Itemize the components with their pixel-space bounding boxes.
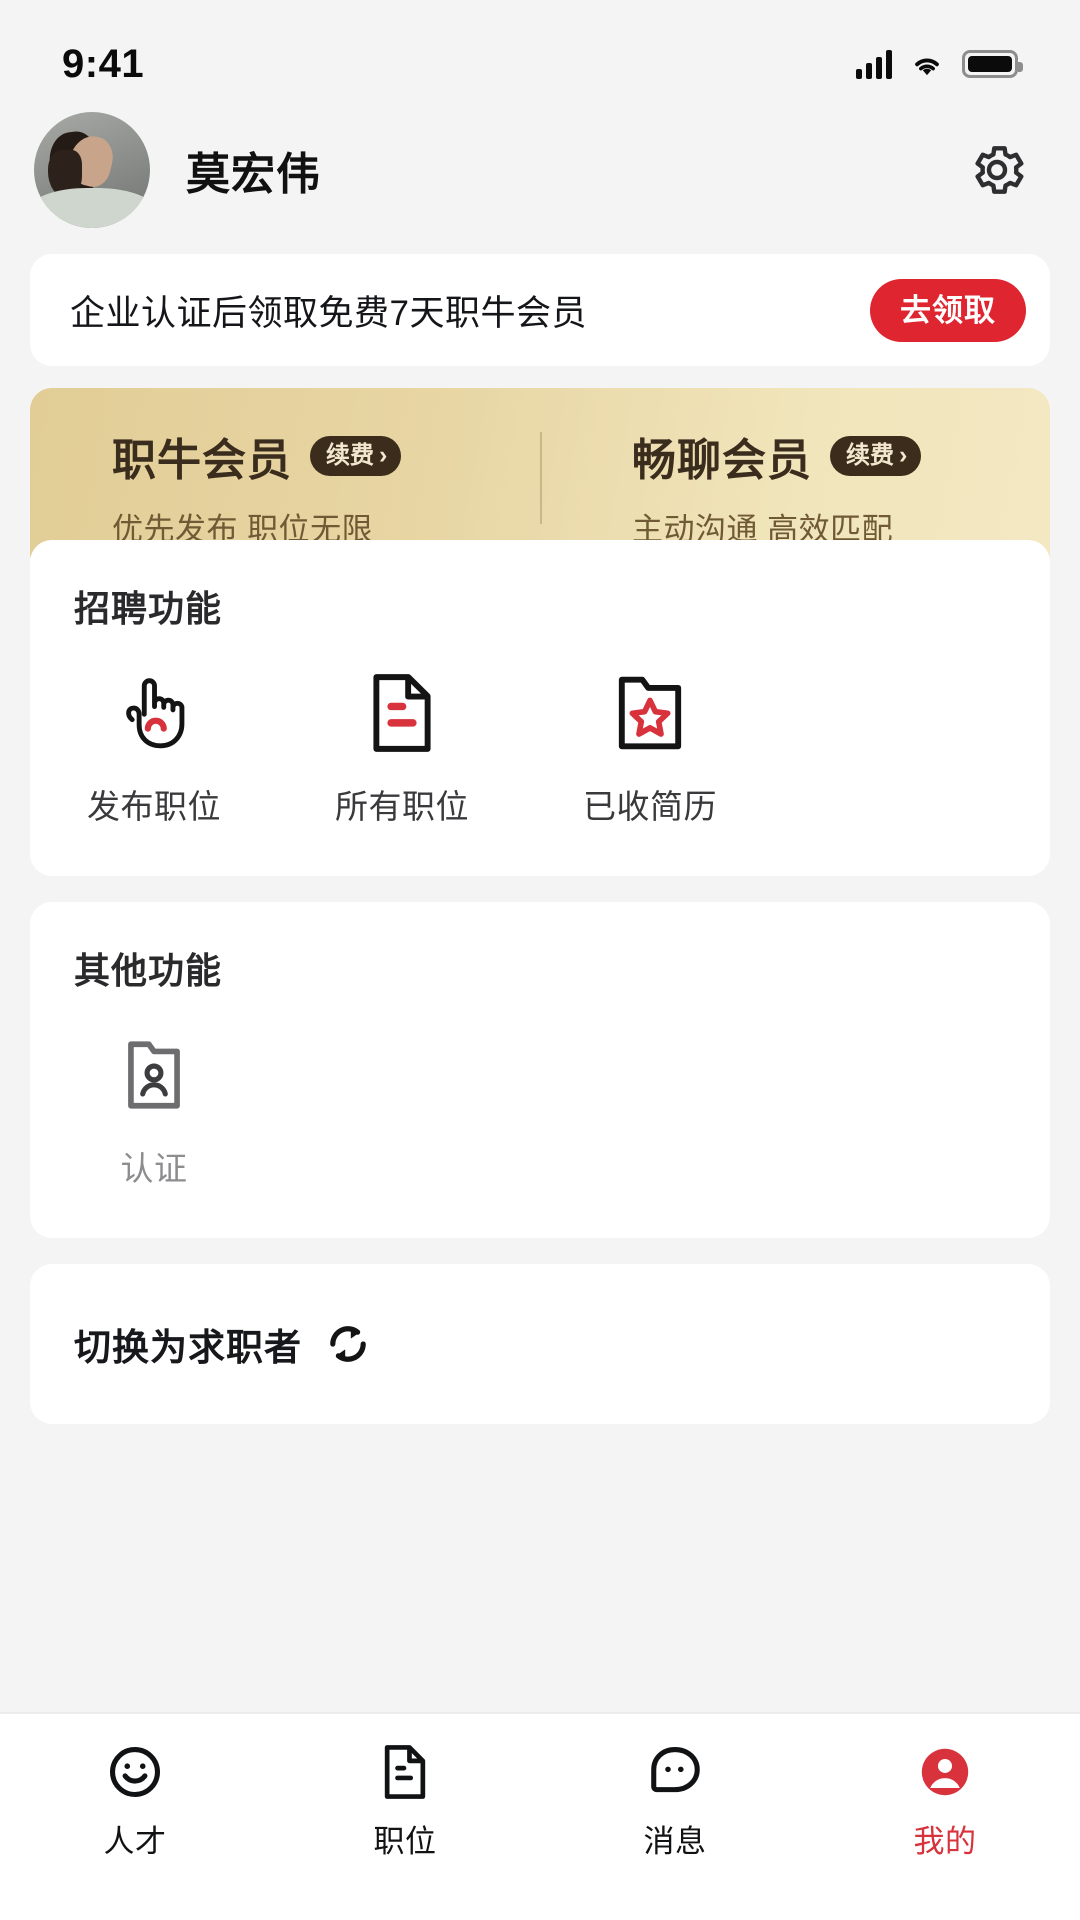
wifi-icon [915, 58, 939, 76]
document-lines-icon [367, 672, 437, 754]
tab-label: 消息 [643, 1824, 707, 1859]
membership-card-zhiniu[interactable]: 职牛会员 续费 › 优先发布 职位无限 [30, 424, 540, 549]
membership-title: 畅聊会员 [632, 436, 812, 485]
chevron-right-icon: › [379, 440, 388, 469]
avatar[interactable] [34, 112, 150, 228]
tab-label: 人才 [103, 1824, 167, 1859]
hand-pointer-icon [115, 672, 193, 754]
membership-divider [540, 432, 542, 524]
tab-talent[interactable]: 人才 [0, 1742, 270, 1861]
renew-label: 续费 [326, 442, 374, 469]
gear-icon[interactable] [966, 139, 1028, 201]
folder-star-icon [612, 672, 688, 754]
document-icon [380, 1742, 430, 1802]
tab-label: 职位 [373, 1824, 437, 1859]
page-title: 莫宏伟 [186, 150, 321, 199]
grid-item-label: 发布职位 [87, 788, 221, 825]
switch-role-label: 切换为求职者 [74, 1327, 302, 1368]
chevron-right-icon: › [899, 440, 908, 469]
claim-button[interactable]: 去领取 [870, 278, 1026, 342]
renew-label: 续费 [846, 442, 894, 469]
status-icons [856, 49, 1023, 79]
status-bar: 9:41 [0, 0, 1080, 100]
other-section: 其他功能 认证 [30, 902, 1050, 1238]
tab-jobs[interactable]: 职位 [270, 1742, 540, 1861]
switch-role-row[interactable]: 切换为求职者 [30, 1264, 1050, 1424]
person-circle-icon [916, 1742, 974, 1802]
promo-banner[interactable]: 企业认证后领取免费7天职牛会员 去领取 [30, 254, 1050, 366]
swap-refresh-icon [324, 1320, 372, 1368]
bottom-tabbar: 人才 职位 消息 我的 [0, 1712, 1080, 1920]
other-section-title: 其他功能 [74, 950, 223, 991]
grid-item-received-resumes[interactable]: 已收简历 [526, 672, 774, 828]
tab-messages[interactable]: 消息 [540, 1742, 810, 1861]
promo-text: 企业认证后领取免费7天职牛会员 [70, 293, 587, 333]
profile-header: 莫宏伟 [0, 100, 1080, 240]
other-grid: 认证 [30, 994, 1050, 1190]
membership-card-changliao[interactable]: 畅聊会员 续费 › 主动沟通 高效匹配 [540, 424, 1050, 549]
folder-person-icon [119, 1034, 189, 1116]
recruit-section-title: 招聘功能 [74, 588, 223, 629]
grid-item-publish-job[interactable]: 发布职位 [30, 672, 278, 828]
grid-item-label: 认证 [120, 1150, 188, 1187]
grid-item-all-jobs[interactable]: 所有职位 [278, 672, 526, 828]
chat-bubble-icon [646, 1742, 704, 1802]
recruit-grid: 发布职位 所有职位 已收简历 [30, 632, 1050, 828]
membership-title: 职牛会员 [112, 436, 292, 485]
grid-item-label: 已收简历 [583, 788, 717, 825]
recruit-section: 招聘功能 发布职位 所有职位 已收简历 [30, 540, 1050, 876]
grid-item-certification[interactable]: 认证 [30, 1034, 278, 1190]
renew-badge[interactable]: 续费 › [830, 436, 922, 476]
grid-item-label: 所有职位 [335, 788, 469, 825]
status-time: 9:41 [62, 41, 145, 86]
cellular-signal-icon [856, 49, 892, 79]
battery-full-icon [962, 50, 1023, 78]
tab-mine[interactable]: 我的 [810, 1742, 1080, 1861]
smiley-face-icon [106, 1742, 164, 1802]
app-screen: 9:41 莫宏伟 企业认证后领取免费7天职牛会员 去领取 职牛会员 续费 › 优… [0, 0, 1080, 1920]
renew-badge[interactable]: 续费 › [310, 436, 402, 476]
tab-label: 我的 [913, 1824, 977, 1859]
